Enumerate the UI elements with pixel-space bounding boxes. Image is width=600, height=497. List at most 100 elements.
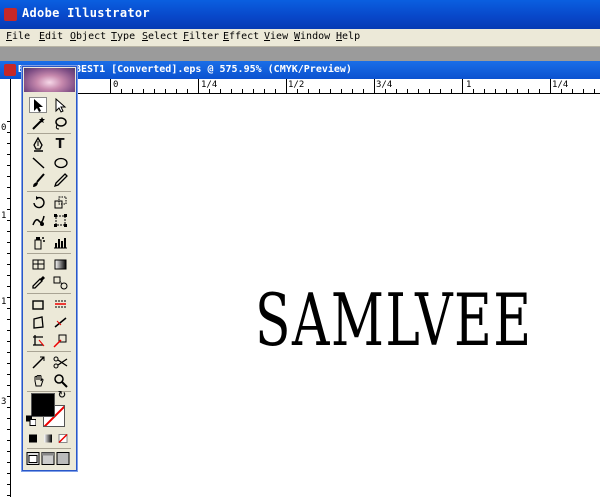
- document-icon[interactable]: [4, 64, 16, 76]
- standard-screen-mode-icon[interactable]: [26, 451, 40, 465]
- ruler-tick: [484, 89, 485, 93]
- menu-edit[interactable]: Edit: [39, 31, 63, 42]
- slice-tool-icon[interactable]: [51, 296, 69, 312]
- ruler-tick: [286, 79, 287, 93]
- ruler-tick: [407, 89, 408, 93]
- ruler-tick: [132, 89, 133, 93]
- document-title: BEST1 [Converted].eps @ 575.95% (CMYK/Pr…: [75, 64, 352, 75]
- menu-select[interactable]: Select: [142, 31, 178, 42]
- document-title-bar[interactable]: B BEST1 [Converted].eps @ 575.95% (CMYK/…: [0, 61, 600, 79]
- menu-window[interactable]: Window: [294, 31, 330, 42]
- ruler-tick: [7, 407, 10, 408]
- color-mode-icon[interactable]: [26, 431, 40, 445]
- rotate-tool-icon[interactable]: [29, 194, 47, 210]
- scale-tool-icon[interactable]: [51, 194, 69, 210]
- pencil-tool-icon[interactable]: [51, 172, 69, 188]
- line-tool-icon[interactable]: [29, 154, 47, 170]
- ruler-tick: [7, 451, 10, 452]
- knife-tool-icon[interactable]: [51, 332, 69, 348]
- ruler-mark: 1: [1, 211, 7, 221]
- ruler-tick: [517, 89, 518, 93]
- toolbox-flower-logo[interactable]: [24, 68, 75, 92]
- ruler-tick: [7, 154, 10, 155]
- warp-tool-icon[interactable]: [29, 212, 47, 228]
- selection-tool-icon[interactable]: [29, 97, 47, 113]
- toolbox-separator: [27, 253, 71, 254]
- toolbox-separator: [27, 133, 71, 134]
- menu-help[interactable]: Help: [336, 31, 360, 42]
- ruler-tick: [352, 89, 353, 93]
- ruler-tick: [7, 341, 10, 342]
- hand-tool-icon[interactable]: [29, 372, 47, 388]
- blend-tool-icon[interactable]: [51, 274, 69, 290]
- rectangle-tool-icon[interactable]: [29, 296, 47, 312]
- menu-object[interactable]: Object: [70, 31, 106, 42]
- ruler-mark: 3: [1, 397, 7, 407]
- ruler-tick: [7, 143, 10, 144]
- ruler-tick: [7, 198, 10, 199]
- menu-filter[interactable]: Filter: [183, 31, 219, 42]
- ruler-tick: [7, 286, 10, 287]
- measure-tool-icon[interactable]: [51, 314, 69, 330]
- ruler-tick: [7, 396, 10, 397]
- ruler-mark: 0: [113, 80, 119, 90]
- ruler-tick: [7, 363, 10, 364]
- paintbrush-tool-icon[interactable]: [29, 172, 47, 188]
- gradient-tool-icon[interactable]: [51, 256, 69, 272]
- ruler-tick: [297, 89, 298, 93]
- ruler-mark: 1: [466, 80, 472, 90]
- swap-fill-stroke-icon[interactable]: ↻: [56, 389, 68, 401]
- menu-effect[interactable]: Effect: [223, 31, 259, 42]
- ruler-tick: [7, 253, 10, 254]
- ruler-tick: [7, 187, 10, 188]
- ruler-tick: [7, 209, 10, 210]
- ruler-tick: [7, 330, 10, 331]
- zoom-tool-icon[interactable]: [51, 372, 69, 388]
- ruler-tick: [561, 89, 562, 93]
- ruler-tick: [7, 462, 10, 463]
- symbol-sprayer-tool-icon[interactable]: [29, 234, 47, 250]
- ruler-tick: [341, 89, 342, 93]
- ruler-tick: [363, 89, 364, 93]
- ruler-mark: 1: [1, 297, 7, 307]
- graph-tool-icon[interactable]: [51, 234, 69, 250]
- pen-tool-icon[interactable]: [29, 136, 47, 152]
- ruler-tick: [7, 440, 10, 441]
- lasso-tool-icon[interactable]: [51, 115, 69, 131]
- vertical-ruler[interactable]: 0 1 1 3: [0, 79, 11, 497]
- ruler-tick: [506, 89, 507, 93]
- ruler-tick: [319, 89, 320, 93]
- full-screen-mode-icon[interactable]: [56, 451, 70, 465]
- reflect-tool-icon[interactable]: [29, 314, 47, 330]
- toolbox-separator: [27, 293, 71, 294]
- artwork-text[interactable]: SAMLVEE: [255, 278, 533, 362]
- menu-view[interactable]: View: [264, 31, 288, 42]
- illustrator-app-icon[interactable]: [4, 8, 17, 21]
- artboard-tool-icon[interactable]: [29, 332, 47, 348]
- gradient-mode-icon[interactable]: [41, 431, 55, 445]
- default-colors-icon[interactable]: [26, 415, 36, 426]
- scissors-slice-tool-icon[interactable]: [29, 354, 47, 370]
- ruler-tick: [594, 89, 595, 93]
- ruler-tick: [7, 275, 10, 276]
- ellipse-tool-icon[interactable]: [51, 154, 69, 170]
- menu-file[interactable]: File: [6, 31, 30, 42]
- none-mode-icon[interactable]: [56, 431, 70, 445]
- magic-wand-tool-icon[interactable]: [29, 115, 47, 131]
- ruler-tick: [7, 429, 10, 430]
- ruler-tick: [528, 89, 529, 93]
- ruler-tick: [7, 374, 10, 375]
- scissors-tool-icon[interactable]: [51, 354, 69, 370]
- ruler-tick: [143, 89, 144, 93]
- ruler-tick: [330, 89, 331, 93]
- full-screen-menu-mode-icon[interactable]: [41, 451, 55, 465]
- type-tool-icon[interactable]: T: [51, 136, 69, 152]
- ruler-tick: [253, 89, 254, 93]
- mesh-tool-icon[interactable]: [29, 256, 47, 272]
- direct-selection-tool-icon[interactable]: [51, 97, 69, 113]
- menu-type[interactable]: Type: [111, 31, 135, 42]
- eyedropper-tool-icon[interactable]: [29, 274, 47, 290]
- free-transform-tool-icon[interactable]: [51, 212, 69, 228]
- ruler-tick: [374, 79, 375, 93]
- horizontal-ruler[interactable]: 0 1/4 1/2 3/4 1 1/4: [76, 79, 600, 94]
